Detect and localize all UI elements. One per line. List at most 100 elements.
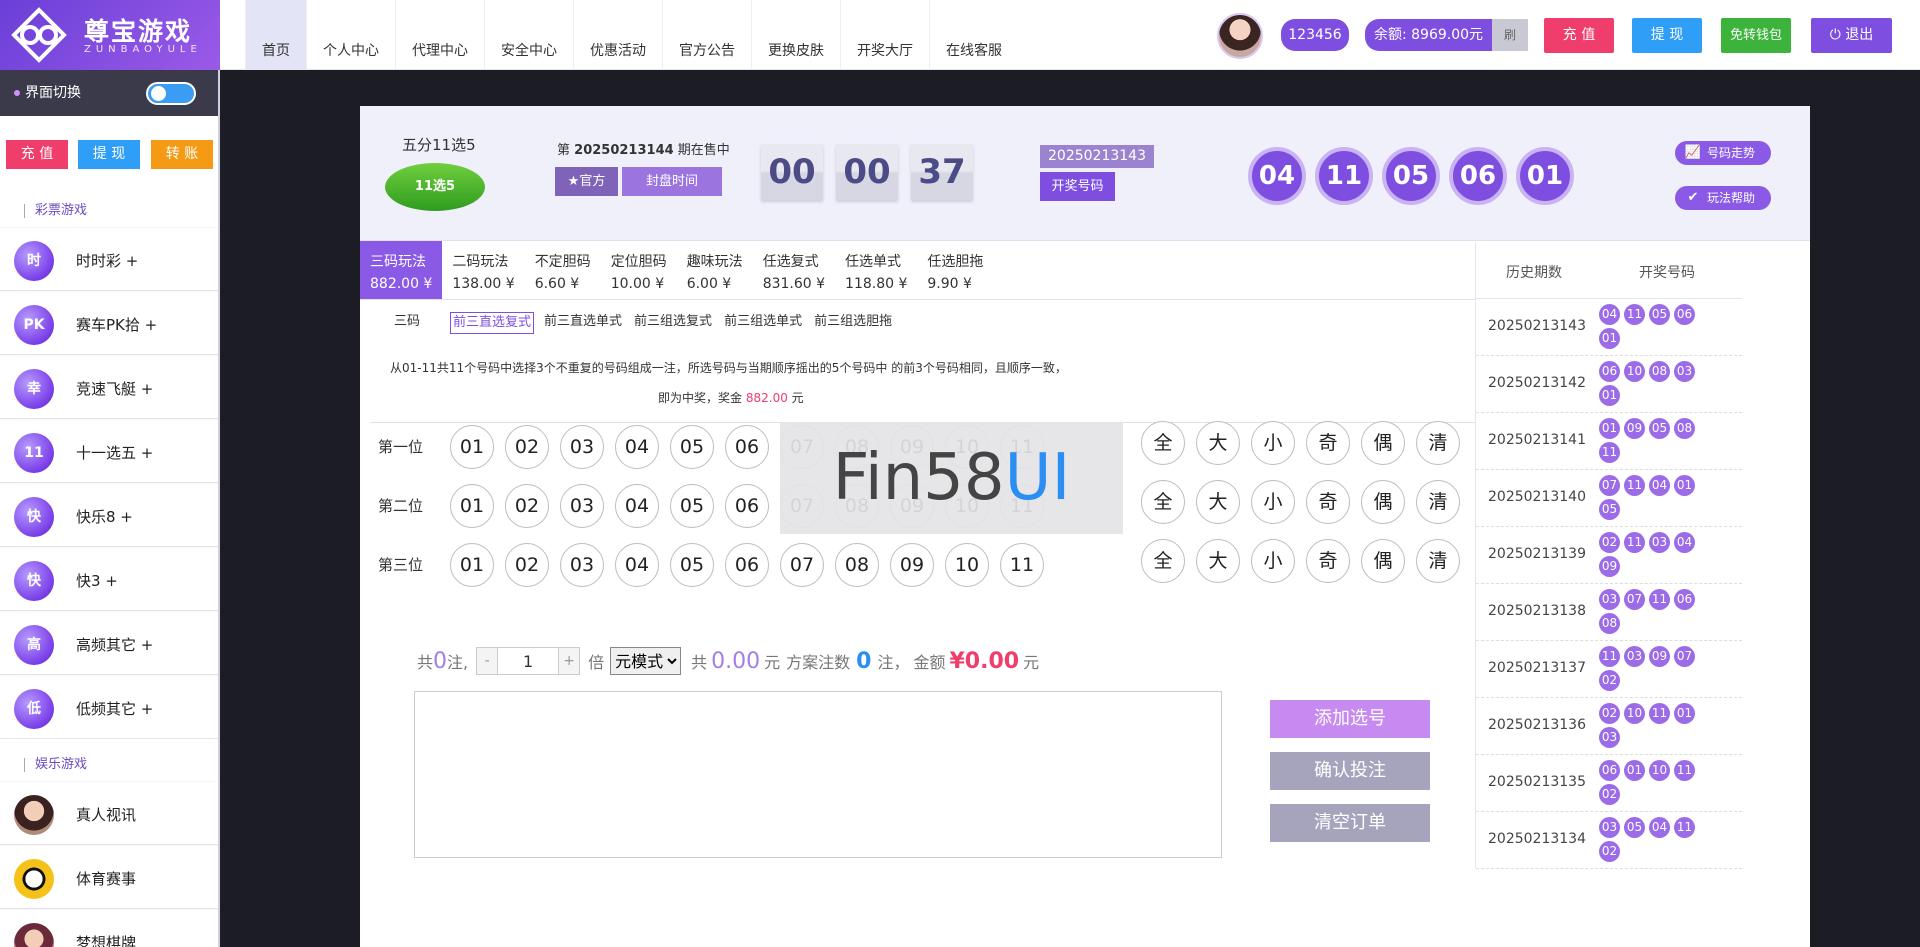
number-trend-link[interactable]: 📈 号码走势 [1675, 141, 1771, 165]
number-ball[interactable]: 06 [725, 543, 769, 587]
quick-select-button[interactable]: 小 [1251, 480, 1295, 524]
number-ball[interactable]: 04 [615, 543, 659, 587]
sidebar-entertainment-item[interactable]: 真人视讯 [0, 781, 218, 845]
number-ball[interactable]: 01 [450, 484, 494, 528]
sub-tab-item[interactable]: 前三直选复式 [450, 312, 535, 334]
quick-select-button[interactable]: 清 [1416, 421, 1460, 465]
tab-play-type[interactable]: 任选复式 831.60 ¥ [753, 241, 835, 299]
free-wallet-button[interactable]: 免转钱包 [1721, 18, 1791, 53]
draw-numbers-button[interactable]: 开奖号码 [1040, 172, 1115, 201]
quick-select-button[interactable]: 奇 [1306, 539, 1350, 583]
user-avatar[interactable] [1217, 13, 1263, 59]
quick-select-button[interactable]: 小 [1251, 539, 1295, 583]
sidebar-transfer-button[interactable]: 转 账 [151, 140, 213, 169]
number-ball[interactable]: 06 [725, 484, 769, 528]
add-selection-button[interactable]: 添加选号 [1270, 700, 1430, 738]
sidebar-game-item[interactable]: 幸 竞速飞艇 + [0, 355, 218, 419]
quick-select-button[interactable]: 偶 [1361, 480, 1405, 524]
nav-item-4[interactable]: 优惠活动 [573, 0, 662, 70]
quick-select-button[interactable]: 奇 [1306, 421, 1350, 465]
quick-select-button[interactable]: 大 [1196, 421, 1240, 465]
number-ball[interactable]: 04 [615, 484, 659, 528]
clear-order-button[interactable]: 清空订单 [1270, 804, 1430, 842]
sidebar-game-item[interactable]: 快 快乐8 + [0, 483, 218, 547]
number-ball[interactable]: 09 [890, 543, 934, 587]
play-help-link[interactable]: ✔ 玩法帮助 [1675, 186, 1771, 210]
number-ball[interactable]: 03 [560, 425, 604, 469]
nav-item-5[interactable]: 官方公告 [662, 0, 751, 70]
number-ball[interactable]: 03 [560, 484, 604, 528]
number-ball[interactable]: 02 [505, 484, 549, 528]
quick-select-button[interactable]: 奇 [1306, 480, 1350, 524]
number-ball[interactable]: 07 [780, 543, 824, 587]
sidebar-game-item[interactable]: 11 十一选五 + [0, 419, 218, 483]
logout-button[interactable]: ⏻ 退出 [1811, 18, 1892, 53]
number-ball[interactable]: 05 [670, 543, 714, 587]
user-id-badge[interactable]: 123456 [1281, 19, 1349, 51]
nav-item-7[interactable]: 开奖大厅 [840, 0, 929, 70]
multiplier-decrease-button[interactable]: - [477, 648, 498, 674]
quick-select-button[interactable]: 清 [1416, 480, 1460, 524]
multiplier-increase-button[interactable]: + [559, 648, 580, 674]
nav-item-8[interactable]: 在线客服 [929, 0, 1018, 70]
top-withdraw-button[interactable]: 提 现 [1632, 18, 1702, 53]
multiplier-input[interactable] [497, 648, 560, 674]
sidebar-entertainment-item[interactable]: 梦想棋牌 [0, 909, 218, 947]
number-ball[interactable]: 03 [560, 543, 604, 587]
number-ball[interactable]: 06 [725, 425, 769, 469]
multiplier-stepper[interactable]: - + [476, 647, 581, 675]
unit-mode-select[interactable]: 元模式角模式分模式 [610, 647, 682, 675]
close-time-button[interactable]: 封盘时间 [622, 167, 722, 196]
brand-logo[interactable]: 尊宝游戏 ZUNBAOYULE [0, 0, 220, 70]
top-charge-button[interactable]: 充 值 [1544, 18, 1614, 53]
number-ball[interactable]: 05 [670, 484, 714, 528]
history-number-ball: 09 [1624, 418, 1645, 439]
quick-select-button[interactable]: 小 [1251, 421, 1295, 465]
number-ball[interactable]: 04 [615, 425, 659, 469]
quick-select-button[interactable]: 全 [1141, 421, 1185, 465]
tab-play-type[interactable]: 定位胆码 10.00 ¥ [601, 241, 677, 299]
number-ball[interactable]: 02 [505, 543, 549, 587]
tab-play-type[interactable]: 二码玩法 138.00 ¥ [442, 241, 524, 299]
sub-tab-item[interactable]: 前三直选单式 [542, 312, 624, 334]
sub-tab-item[interactable]: 前三组选胆拖 [812, 312, 894, 334]
sub-tab-item[interactable]: 前三组选复式 [632, 312, 714, 334]
tab-play-type[interactable]: 三码玩法 882.00 ¥ [360, 241, 443, 299]
refresh-balance-button[interactable]: 刷 [1492, 19, 1528, 51]
number-ball[interactable]: 08 [835, 543, 879, 587]
number-ball[interactable]: 05 [670, 425, 714, 469]
sidebar-game-item[interactable]: 时 时时彩 + [0, 227, 218, 291]
quick-select-button[interactable]: 大 [1196, 480, 1240, 524]
confirm-bet-button[interactable]: 确认投注 [1270, 752, 1430, 790]
quick-select-button[interactable]: 清 [1416, 539, 1460, 583]
nav-item-6[interactable]: 更换皮肤 [751, 0, 840, 70]
tab-play-type[interactable]: 不定胆码 6.60 ¥ [525, 241, 601, 299]
theme-toggle[interactable] [146, 82, 196, 105]
sidebar-charge-button[interactable]: 充 值 [6, 140, 68, 169]
nav-item-0[interactable]: 首页 [245, 0, 306, 70]
number-ball[interactable]: 01 [450, 543, 494, 587]
sidebar-game-item[interactable]: 快 快3 + [0, 547, 218, 611]
sidebar-game-item[interactable]: 高 高频其它 + [0, 611, 218, 675]
order-list[interactable] [414, 691, 1222, 858]
tab-play-type[interactable]: 任选胆拖 9.90 ¥ [917, 241, 993, 299]
quick-select-button[interactable]: 偶 [1361, 421, 1405, 465]
nav-item-2[interactable]: 代理中心 [395, 0, 484, 70]
sidebar-withdraw-button[interactable]: 提 现 [78, 140, 140, 169]
number-ball[interactable]: 10 [945, 543, 989, 587]
nav-item-1[interactable]: 个人中心 [306, 0, 395, 70]
number-ball[interactable]: 02 [505, 425, 549, 469]
sidebar-entertainment-item[interactable]: 体育赛事 [0, 845, 218, 909]
quick-select-button[interactable]: 大 [1196, 539, 1240, 583]
nav-item-3[interactable]: 安全中心 [484, 0, 573, 70]
sidebar-game-item[interactable]: 低 低频其它 + [0, 675, 218, 739]
quick-select-button[interactable]: 偶 [1361, 539, 1405, 583]
number-ball[interactable]: 11 [1000, 543, 1044, 587]
quick-select-button[interactable]: 全 [1141, 539, 1185, 583]
quick-select-button[interactable]: 全 [1141, 480, 1185, 524]
tab-play-type[interactable]: 趣味玩法 6.00 ¥ [677, 241, 753, 299]
sidebar-game-item[interactable]: PK 赛车PK拾 + [0, 291, 218, 355]
tab-play-type[interactable]: 任选单式 118.80 ¥ [835, 241, 917, 299]
sub-tab-item[interactable]: 前三组选单式 [722, 312, 804, 334]
number-ball[interactable]: 01 [450, 425, 494, 469]
